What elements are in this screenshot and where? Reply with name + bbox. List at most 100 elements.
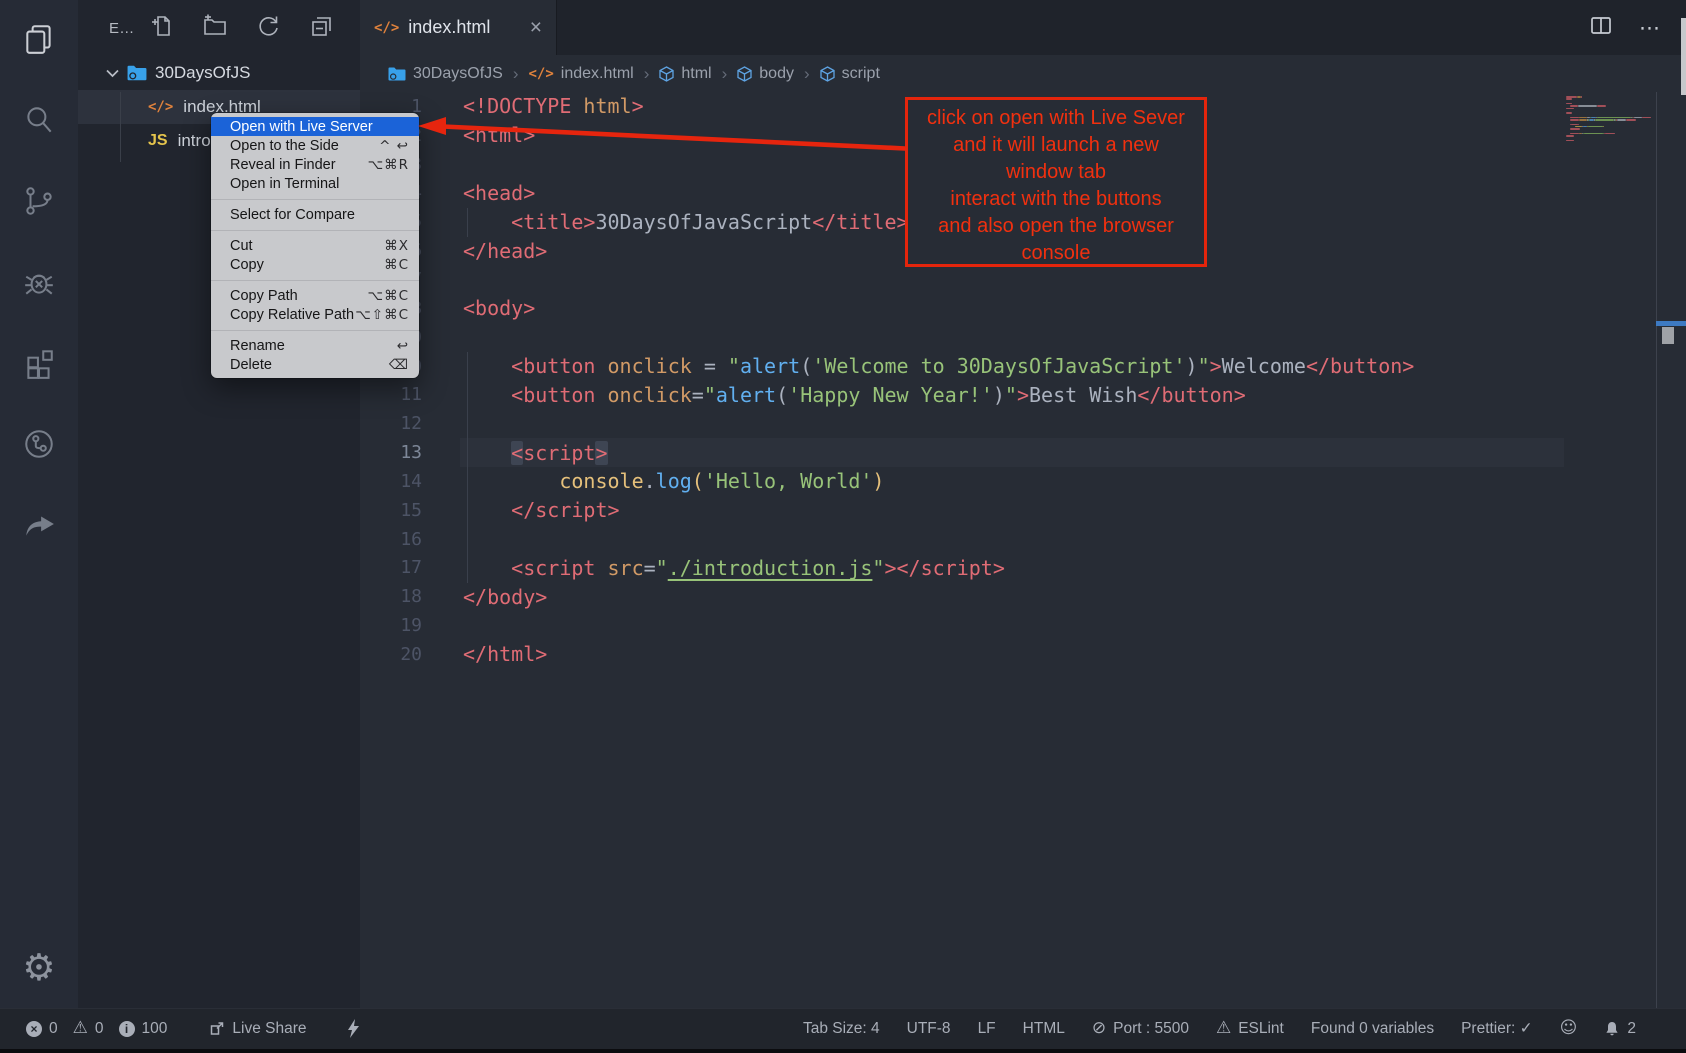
- status-errors[interactable]: ×0: [26, 1020, 58, 1038]
- breadcrumb-item-script[interactable]: script: [820, 65, 880, 83]
- code-line: 19: [360, 611, 1686, 640]
- menu-item-label: Rename: [230, 338, 397, 354]
- breadcrumb-item-body[interactable]: body: [737, 65, 794, 83]
- annotation-line: window tab: [908, 159, 1204, 186]
- minimap-line: [1566, 108, 1574, 110]
- context-menu: Open with Live ServerOpen to the Side^ ↩…: [211, 113, 419, 378]
- explorer-title[interactable]: E…: [109, 20, 135, 37]
- vscode-window: ⚙ E… 30DaysOfJS </> index.html JS introd…: [0, 0, 1686, 1053]
- code-text: <script>: [463, 441, 608, 465]
- breadcrumb-item-30daysofjs[interactable]: 30DaysOfJS: [388, 65, 503, 83]
- breadcrumb-separator: ›: [804, 64, 810, 84]
- menu-item-label: Cut: [230, 238, 384, 254]
- menu-item-copy[interactable]: Copy⌘C: [211, 255, 419, 274]
- status-variables[interactable]: Found 0 variables: [1311, 1020, 1434, 1038]
- status-eslint[interactable]: ⚠ESLint: [1216, 1020, 1284, 1038]
- menu-item-copy-path[interactable]: Copy Path⌥⌘C: [211, 286, 419, 305]
- js-file-icon: JS: [148, 132, 168, 150]
- breadcrumb-label: script: [842, 65, 880, 83]
- overview-cursor-marker: [1656, 321, 1686, 326]
- minimap-line: [1603, 126, 1604, 128]
- breadcrumb-separator: ›: [644, 64, 650, 84]
- folder-icon: [127, 65, 147, 81]
- scrollbar-thumb[interactable]: [1662, 327, 1674, 344]
- settings-gear-icon[interactable]: ⚙: [22, 949, 55, 986]
- breadcrumb-item-index-html[interactable]: </>index.html: [528, 65, 633, 83]
- status-encoding[interactable]: UTF-8: [907, 1020, 951, 1038]
- status-notifications[interactable]: 2: [1604, 1020, 1636, 1038]
- menu-item-delete[interactable]: Delete⌫: [211, 355, 419, 374]
- breadcrumb-separator: ›: [722, 64, 728, 84]
- status-infos[interactable]: i100: [119, 1020, 168, 1038]
- status-text: HTML: [1023, 1020, 1065, 1038]
- code-text: <!DOCTYPE html>: [463, 94, 644, 118]
- annotation-line: and it will launch a new: [908, 132, 1204, 159]
- line-number: 19: [360, 615, 422, 636]
- symbol-cube-icon: [820, 66, 835, 82]
- status-feedback[interactable]: ☺: [1560, 1020, 1578, 1037]
- status-eol[interactable]: LF: [978, 1020, 996, 1038]
- menu-item-reveal-in-finder[interactable]: Reveal in Finder⌥⌘R: [211, 155, 419, 174]
- new-file-icon[interactable]: [149, 13, 175, 44]
- menu-item-label: Select for Compare: [230, 207, 409, 223]
- status-warnings[interactable]: ⚠0: [73, 1020, 104, 1038]
- more-actions-icon[interactable]: ⋯: [1639, 16, 1660, 40]
- menu-item-cut[interactable]: Cut⌘X: [211, 236, 419, 255]
- explorer-icon[interactable]: [21, 21, 57, 57]
- breadcrumb-item-html[interactable]: html: [659, 65, 711, 83]
- status-text: Prettier: ✓: [1461, 1019, 1533, 1038]
- menu-item-copy-relative-path[interactable]: Copy Relative Path⌥⇧⌘C: [211, 305, 419, 324]
- menu-separator: [211, 230, 419, 231]
- code-line: 8<body>: [360, 294, 1686, 323]
- minimap-line: [1566, 135, 1574, 137]
- breadcrumb-label: 30DaysOfJS: [413, 65, 503, 83]
- editor-actions: ⋯: [1591, 0, 1686, 55]
- refresh-icon[interactable]: [255, 13, 281, 44]
- minimap-line: [1578, 105, 1597, 107]
- tree-indent-guide: [120, 92, 121, 162]
- line-number: 18: [360, 586, 422, 607]
- line-number: 20: [360, 644, 422, 665]
- minimap[interactable]: [1566, 96, 1656, 146]
- live-share-session-icon[interactable]: [21, 426, 57, 462]
- window-scrollbar[interactable]: [1681, 18, 1686, 95]
- status-port[interactable]: ⊘Port : 5500: [1092, 1020, 1189, 1038]
- menu-item-label: Open to the Side: [230, 138, 379, 154]
- search-icon[interactable]: [21, 102, 57, 138]
- status-live-share[interactable]: Live Share: [208, 1020, 306, 1038]
- run-debug-icon[interactable]: [21, 264, 57, 300]
- minimap-line: [1570, 128, 1580, 130]
- minimap-line: [1626, 119, 1636, 121]
- breadcrumb-separator: ›: [513, 64, 519, 84]
- tab-index-html[interactable]: </> index.html ×: [360, 0, 557, 55]
- status-text: 100: [142, 1020, 168, 1038]
- extensions-icon[interactable]: [21, 345, 57, 381]
- status-right: Tab Size: 4 UTF-8 LF HTML ⊘Port : 5500 ⚠ESLin…: [803, 1019, 1636, 1038]
- new-folder-icon[interactable]: [202, 13, 228, 44]
- tab-label: index.html: [408, 17, 490, 38]
- split-editor-icon[interactable]: [1591, 17, 1611, 39]
- line-number: 17: [360, 557, 422, 578]
- annotation-box: click on open with Live Severand it will…: [905, 97, 1207, 267]
- folder-row-30daysofjs[interactable]: 30DaysOfJS: [78, 56, 360, 90]
- menu-item-open-with-live-server[interactable]: Open with Live Server: [211, 117, 419, 136]
- status-language-mode[interactable]: HTML: [1023, 1020, 1065, 1038]
- menu-item-rename[interactable]: Rename↩: [211, 336, 419, 355]
- collapse-folders-icon[interactable]: [308, 13, 334, 44]
- status-text: Live Share: [232, 1020, 306, 1038]
- code-text: console.log('Hello, World'): [463, 469, 884, 493]
- code-text: <body>: [463, 296, 535, 320]
- minimap-line: [1605, 133, 1615, 135]
- menu-item-open-to-the-side[interactable]: Open to the Side^ ↩: [211, 136, 419, 155]
- symbol-cube-icon: [659, 66, 674, 82]
- share-icon[interactable]: [21, 507, 57, 543]
- minimap-line: [1617, 119, 1627, 121]
- close-icon[interactable]: ×: [530, 17, 542, 38]
- menu-item-select-for-compare[interactable]: Select for Compare: [211, 205, 419, 224]
- status-prettier[interactable]: Prettier: ✓: [1461, 1019, 1533, 1038]
- menu-item-shortcut: ⌘C: [384, 257, 409, 273]
- source-control-icon[interactable]: [21, 183, 57, 219]
- status-tab-size[interactable]: Tab Size: 4: [803, 1020, 880, 1038]
- status-lightning[interactable]: [347, 1019, 360, 1038]
- menu-item-open-in-terminal[interactable]: Open in Terminal: [211, 174, 419, 193]
